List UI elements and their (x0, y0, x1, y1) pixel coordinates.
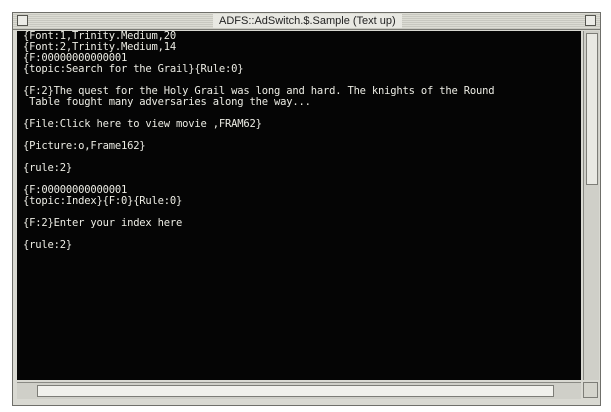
toggle-size-icon[interactable] (585, 15, 596, 26)
text-line (23, 152, 577, 163)
text-line: {File:Click here to view movie ,FRAM62} (23, 118, 262, 130)
vertical-scroll-thumb[interactable] (586, 33, 598, 185)
text-line: {rule:2} (23, 162, 72, 174)
resize-handle-icon[interactable] (583, 382, 598, 398)
vertical-scrollbar[interactable] (583, 31, 599, 380)
title-bar[interactable]: ADFS::AdSwitch.$.Sample (Text up) (13, 13, 600, 30)
text-editor-window: ADFS::AdSwitch.$.Sample (Text up) {Font:… (12, 12, 601, 406)
text-line: {topic:Search for the Grail}{Rule:0} (23, 63, 244, 75)
text-line: {F:2}Enter your index here (23, 217, 183, 229)
text-line: {topic:Index}{F:0}{Rule:0} (23, 195, 183, 207)
text-area[interactable]: {Font:1,Trinity.Medium,20 {Font:2,Trinity… (17, 31, 581, 380)
text-lines: {Font:1,Trinity.Medium,20 {Font:2,Trinity… (23, 31, 577, 251)
text-line: Table fought many adversaries along the … (23, 96, 311, 108)
horizontal-scroll-thumb[interactable] (37, 385, 554, 397)
window-title: ADFS::AdSwitch.$.Sample (Text up) (213, 14, 402, 28)
text-line: {rule:2} (23, 239, 72, 251)
text-line: {Picture:o,Frame162} (23, 140, 146, 152)
text-line (23, 229, 577, 240)
close-icon[interactable] (17, 15, 28, 26)
horizontal-scrollbar[interactable] (17, 382, 581, 399)
